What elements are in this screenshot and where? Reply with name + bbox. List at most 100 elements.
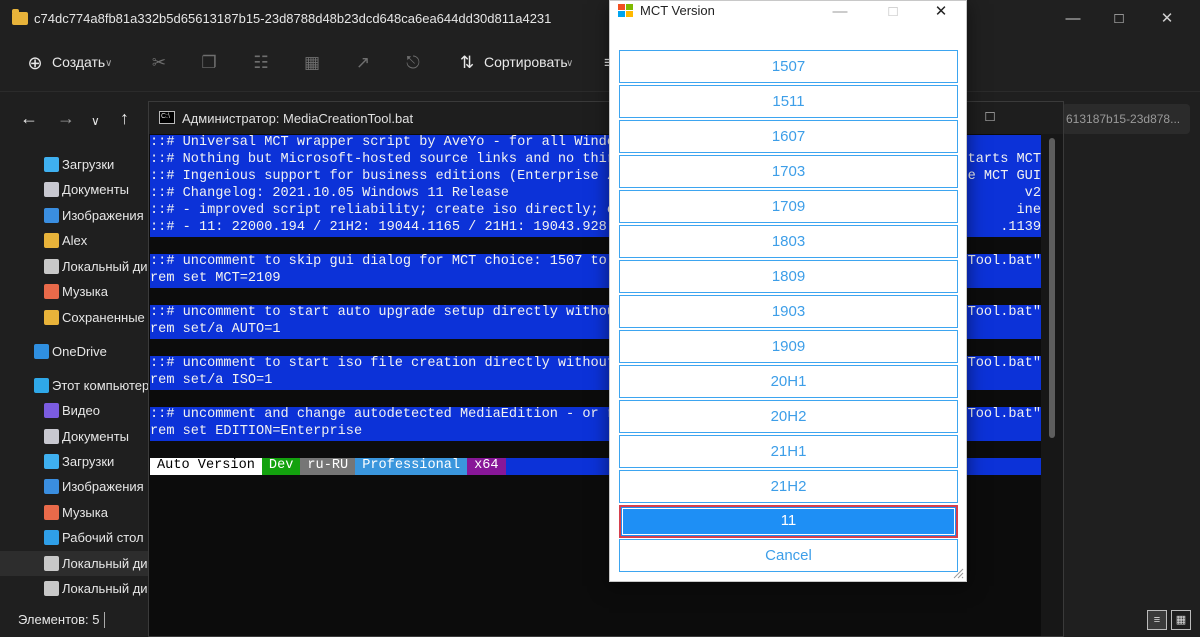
sidebar-item-label: Этот компьютер <box>52 378 150 393</box>
version-button[interactable]: 20H1 <box>619 365 958 398</box>
back-arrow-icon[interactable]: ← <box>20 108 38 129</box>
minimize-icon[interactable]: — <box>1050 8 1096 30</box>
share-icon[interactable]: ↗ <box>352 52 374 74</box>
explorer-title-bar: c74dc774a8fb81a332b5d65613187b15-23d8788… <box>0 0 1200 38</box>
version-button[interactable]: 1709 <box>619 190 958 223</box>
sidebar-item[interactable]: Загрузки <box>0 152 150 177</box>
console-line-tail: Tool.bat" <box>967 356 1041 371</box>
sidebar-item[interactable]: Документы <box>0 424 150 449</box>
download-icon <box>44 157 59 172</box>
sidebar-item[interactable]: Сохраненные <box>0 305 150 330</box>
mct-version-dialog: MCT Version — □ ✕ 1507 1511 1607 1703 1709 18… <box>609 0 967 582</box>
copy-icon[interactable]: ❐ <box>198 52 220 74</box>
drive-icon <box>44 259 59 274</box>
console-scrollbar[interactable] <box>1041 134 1063 636</box>
version-button[interactable]: 1507 <box>619 50 958 83</box>
status-chip: Dev <box>261 458 301 475</box>
computer-icon <box>34 378 49 393</box>
console-line-tail: Tool.bat" <box>967 305 1041 320</box>
cmd-window-title: Администратор: MediaCreationTool.bat <box>182 111 414 126</box>
scrollbar-thumb[interactable] <box>1049 138 1055 438</box>
version-button[interactable]: 1903 <box>619 295 958 328</box>
status-chip: x64 <box>467 458 506 475</box>
status-divider <box>104 612 105 628</box>
console-line-text: ::# Universal MCT wrapper script by AveY… <box>150 135 648 150</box>
maximize-icon[interactable]: □ <box>876 1 910 23</box>
console-line-text: ::# uncomment to start auto upgrade setu… <box>150 305 648 320</box>
rename-icon[interactable]: ▦ <box>301 52 323 74</box>
console-line-tail: Tool.bat" <box>967 254 1041 269</box>
chevron-down-icon[interactable]: ∨ <box>91 114 100 128</box>
cloud-icon <box>34 344 49 359</box>
version-button[interactable]: 20H2 <box>619 400 958 433</box>
sort-button[interactable]: Сортировать <box>484 54 568 70</box>
forward-arrow-icon[interactable]: → <box>57 108 75 129</box>
console-line-text: rem set/a ISO=1 <box>150 373 273 388</box>
sidebar-item[interactable]: Рабочий стол <box>0 525 150 550</box>
status-chip: ru-RU <box>300 458 356 475</box>
paste-icon[interactable]: ☷ <box>250 52 272 74</box>
version-button[interactable]: 1607 <box>619 120 958 153</box>
status-chip: Auto Version <box>150 458 262 475</box>
tiles-view-icon[interactable]: ▦ <box>1171 610 1191 630</box>
console-line-text: rem set EDITION=Enterprise <box>150 424 363 439</box>
download-icon <box>44 454 59 469</box>
address-bar[interactable]: 613187b15-23d878... <box>1062 104 1190 134</box>
console-line-text: ::# uncomment and change autodetected Me… <box>150 407 648 422</box>
sidebar-item[interactable]: Этот компьютер <box>0 373 150 398</box>
sidebar-item[interactable]: Музыка <box>0 279 150 304</box>
sidebar-item[interactable]: Локальный диск <box>0 551 160 576</box>
document-icon <box>44 182 59 197</box>
sort-icon[interactable]: ⇅ <box>456 52 478 74</box>
maximize-icon[interactable]: □ <box>967 106 1013 128</box>
sidebar-item[interactable]: Локальный диск <box>0 254 160 279</box>
sidebar-item[interactable]: Alex <box>0 228 150 253</box>
console-line-tail: tarts MCT <box>967 152 1041 167</box>
explorer-window-title: c74dc774a8fb81a332b5d65613187b15-23d8788… <box>34 11 552 26</box>
navigation-pane: Загрузки Документы Изображения Alex Локальны… <box>0 148 160 604</box>
cancel-button[interactable]: Cancel <box>619 539 958 572</box>
up-arrow-icon[interactable]: ↑ <box>120 108 129 129</box>
sidebar-item[interactable]: Изображения <box>0 203 150 228</box>
delete-icon[interactable]: ⎋ <box>402 52 424 74</box>
resize-grip-icon[interactable] <box>952 567 964 579</box>
version-button[interactable]: 1511 <box>619 85 958 118</box>
console-line-tail: .1139 <box>1000 220 1041 235</box>
minimize-icon[interactable]: — <box>823 1 857 23</box>
close-icon[interactable]: ✕ <box>1144 8 1190 30</box>
chevron-down-icon[interactable]: ∨ <box>566 58 573 69</box>
sidebar-item[interactable]: Загрузки <box>0 449 150 474</box>
plus-circle-icon[interactable]: ⊕ <box>24 52 46 74</box>
maximize-icon[interactable]: □ <box>1096 8 1142 30</box>
details-view-icon[interactable]: ≡ <box>1147 610 1167 630</box>
document-icon <box>44 429 59 444</box>
sidebar-item[interactable]: Изображения <box>0 474 150 499</box>
version-button[interactable]: 11 <box>619 505 958 538</box>
desktop-icon <box>44 530 59 545</box>
drive-icon <box>44 581 59 596</box>
version-button[interactable]: 1809 <box>619 260 958 293</box>
sidebar-item[interactable]: Видео <box>0 398 150 423</box>
item-count-label: Элементов: 5 <box>18 612 100 627</box>
console-line-text: ::# Ingenious support for business editi… <box>150 169 640 184</box>
console-line-text: rem set MCT=2109 <box>150 271 281 286</box>
sidebar-item[interactable]: Документы <box>0 177 150 202</box>
windows-logo-icon <box>618 4 634 18</box>
cut-icon[interactable]: ✂ <box>148 52 170 74</box>
console-line-tail: v2 <box>1024 186 1041 201</box>
sidebar-item[interactable]: OneDrive <box>0 339 150 364</box>
version-button[interactable]: 1803 <box>619 225 958 258</box>
console-line-text: ::# - 11: 22000.194 / 21H2: 19044.1165 /… <box>150 220 648 235</box>
console-line-text: ::# uncomment to start iso file creation… <box>150 356 648 371</box>
version-button[interactable]: 21H2 <box>619 470 958 503</box>
version-button[interactable]: 1703 <box>619 155 958 188</box>
sidebar-item[interactable]: Локальный диск <box>0 576 160 601</box>
close-icon[interactable]: ✕ <box>924 1 958 23</box>
image-icon <box>44 208 59 223</box>
create-button[interactable]: Создать <box>52 54 105 70</box>
console-line-text: ::# Nothing but Microsoft-hosted source … <box>150 152 648 167</box>
version-button[interactable]: 1909 <box>619 330 958 363</box>
version-button[interactable]: 21H1 <box>619 435 958 468</box>
chevron-down-icon[interactable]: ∨ <box>105 58 112 69</box>
sidebar-item[interactable]: Музыка <box>0 500 150 525</box>
